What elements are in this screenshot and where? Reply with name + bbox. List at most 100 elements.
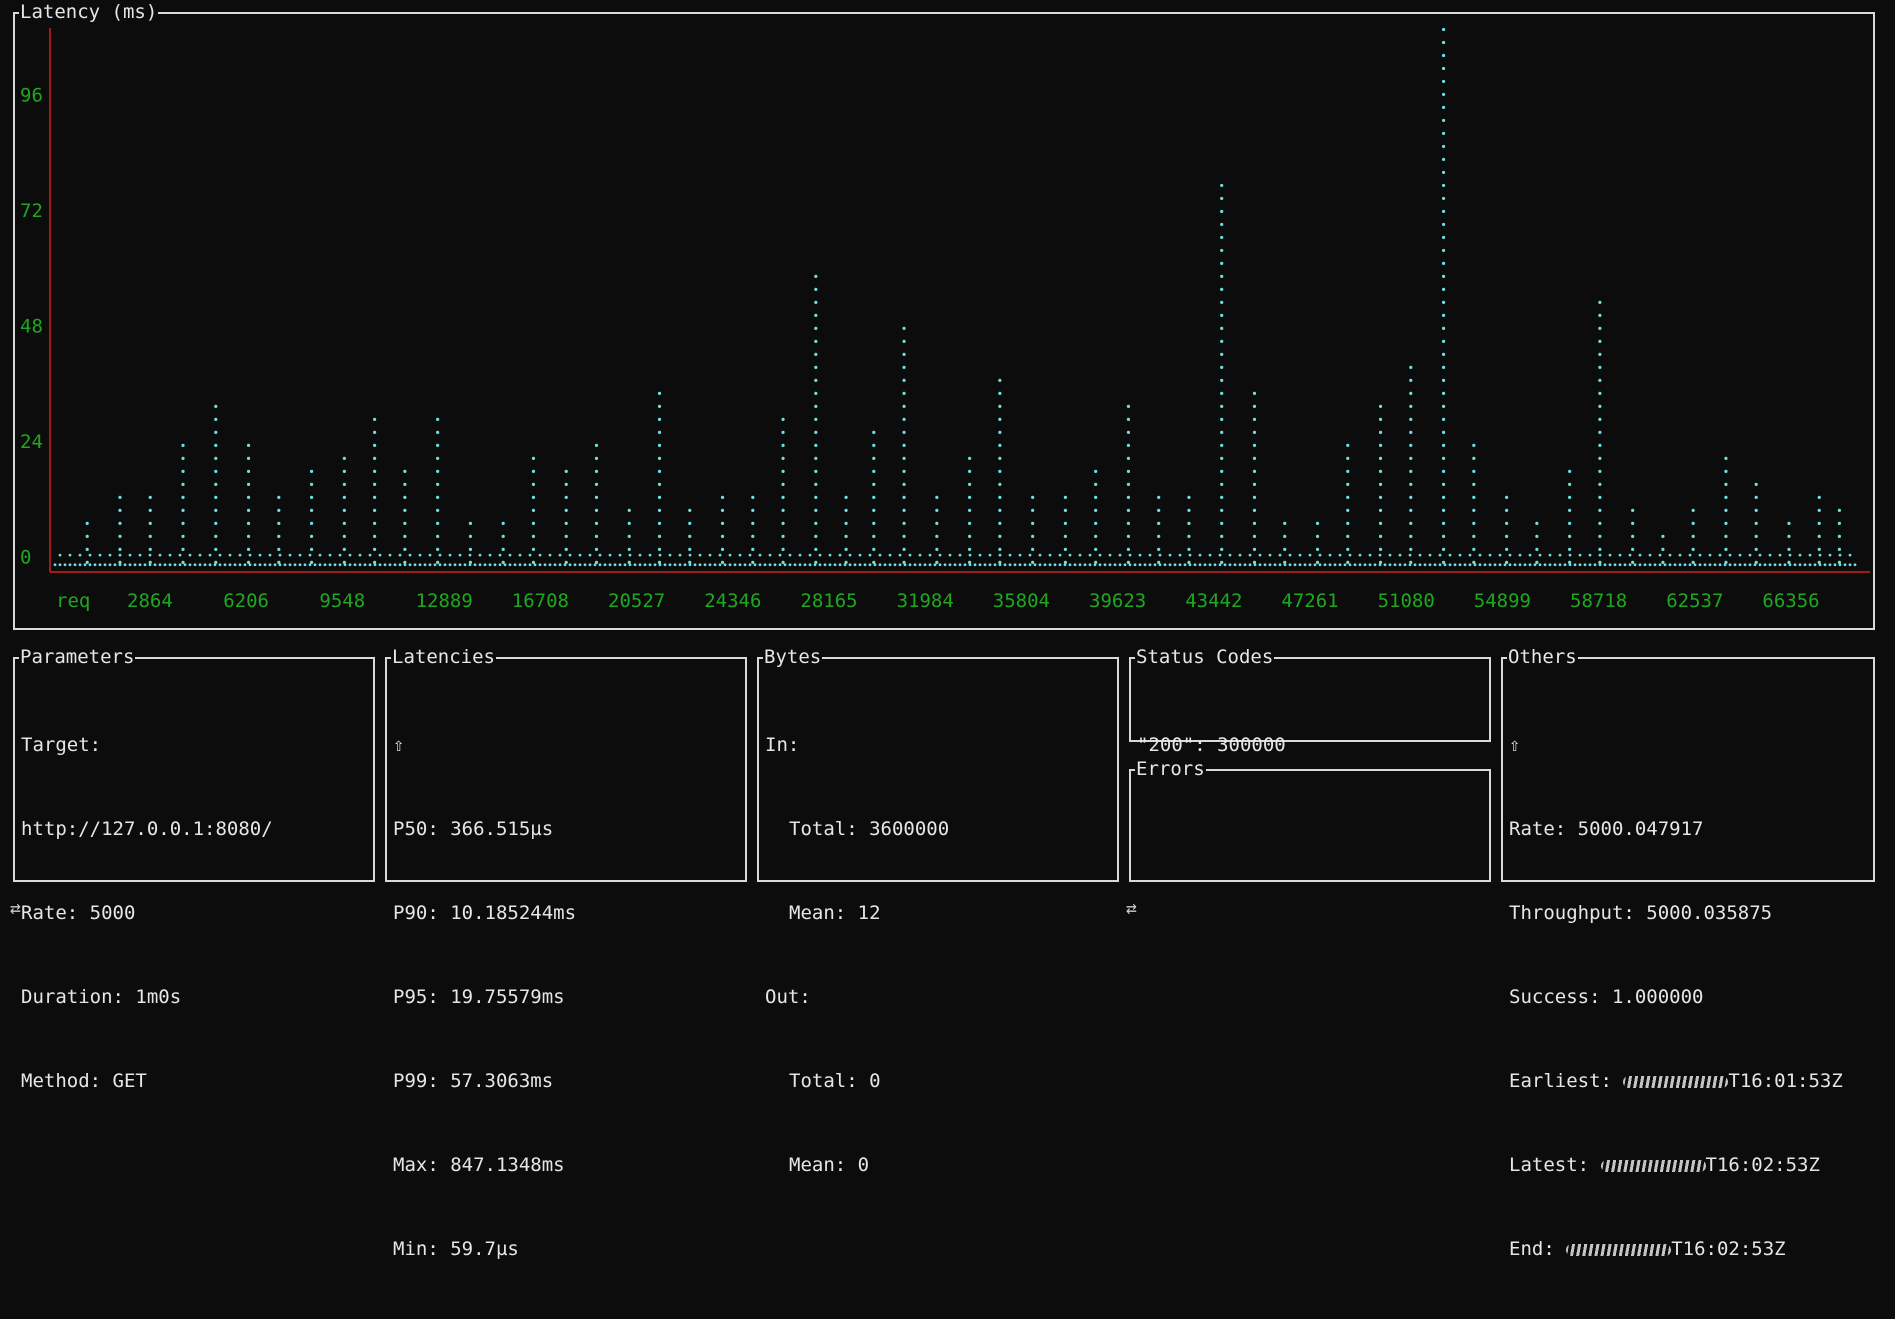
latency-point: [214, 469, 218, 473]
latency-point: [1378, 547, 1383, 551]
latency-point: [178, 563, 182, 567]
latency-point: [1346, 495, 1350, 499]
latency-point: [1441, 66, 1446, 71]
latency-point: [814, 326, 818, 331]
latency-point: [988, 553, 992, 557]
latency-point: [181, 443, 185, 447]
latency-point: [1803, 563, 1807, 567]
latency-point: [1418, 563, 1422, 567]
redaction-scribble: [1600, 1157, 1706, 1175]
latency-point: [453, 563, 457, 567]
latency-point: [872, 430, 876, 434]
latency-point: [1378, 404, 1383, 408]
latency-point: [1409, 365, 1413, 369]
end-value: End: T16:02:53Z: [1509, 1238, 1786, 1260]
latency-point: [928, 553, 932, 557]
latency-point: [338, 553, 342, 557]
latency-point: [1568, 534, 1572, 538]
latency-point: [342, 534, 346, 538]
latency-point: [1157, 508, 1161, 512]
latency-point: [1623, 563, 1627, 567]
latency-point: [1063, 508, 1068, 512]
latency-point: [1548, 563, 1552, 567]
latency-point: [78, 553, 82, 557]
latency-point: [1338, 553, 1342, 557]
latency-point: [657, 391, 662, 395]
latency-point: [1441, 534, 1446, 538]
latency-point: [1378, 521, 1383, 525]
latency-point: [153, 563, 157, 567]
latency-point: [468, 547, 473, 551]
latency-point: [878, 563, 882, 567]
latency-point: [1220, 287, 1224, 292]
latency-point: [1058, 553, 1062, 557]
latency-point: [768, 553, 772, 557]
latency-point: [448, 553, 452, 557]
latency-point: [578, 563, 582, 567]
latency-point: [1126, 469, 1131, 473]
latency-point: [898, 563, 902, 567]
latency-point: [118, 547, 122, 551]
latency-point: [718, 563, 722, 567]
latency-point: [533, 563, 537, 567]
latency-point: [743, 563, 747, 567]
latency-point: [248, 563, 252, 567]
latency-point: [1458, 553, 1462, 557]
latency-point: [518, 553, 522, 557]
latency-point: [1598, 391, 1602, 395]
latency-point: [1178, 563, 1182, 567]
latency-point: [781, 456, 785, 460]
latency-point: [1220, 521, 1224, 525]
latency-point: [720, 534, 725, 538]
latency-point: [1628, 553, 1632, 557]
latency-point: [378, 553, 382, 557]
latency-point: [814, 469, 818, 473]
latency-point: [1288, 563, 1292, 567]
latency-point: [1358, 563, 1362, 567]
latency-point: [1598, 547, 1602, 551]
latency-point: [1738, 553, 1742, 557]
latency-point: [978, 553, 982, 557]
latency-point: [531, 521, 536, 525]
swap-icon[interactable]: ⇄: [1126, 898, 1137, 919]
latency-point: [1208, 553, 1212, 557]
latency-point: [1058, 563, 1062, 567]
latency-point: [983, 563, 987, 567]
latency-point: [594, 508, 599, 512]
latency-point: [1063, 563, 1067, 567]
latency-point: [1838, 563, 1842, 567]
latency-point: [1718, 563, 1722, 567]
sort-arrow-icon: ⇧: [1509, 734, 1521, 756]
latency-point: [1409, 417, 1413, 421]
latency-point: [1472, 469, 1476, 473]
latency-point: [873, 563, 877, 567]
latency-point: [814, 313, 818, 318]
latency-point: [1409, 508, 1413, 512]
latency-point: [872, 521, 876, 525]
latency-point: [118, 508, 122, 512]
latency-point: [1378, 443, 1383, 447]
latency-point: [648, 553, 652, 557]
latency-point: [1108, 553, 1112, 557]
latency-point: [1441, 521, 1446, 525]
latency-point: [1441, 326, 1446, 331]
latency-point: [638, 553, 642, 557]
latency-point: [1220, 248, 1224, 253]
latency-point: [818, 563, 822, 567]
latency-point: [1378, 495, 1383, 499]
latency-point: [523, 563, 527, 567]
latency-point: [998, 469, 1002, 473]
latency-point: [627, 521, 631, 525]
latency-point: [1126, 404, 1131, 408]
latency-point: [1528, 553, 1532, 557]
latency-point: [1188, 563, 1192, 567]
latency-point: [751, 508, 755, 512]
latency-point: [902, 391, 906, 395]
latency-point: [781, 469, 785, 473]
swap-icon[interactable]: ⇄: [10, 898, 21, 919]
latency-point: [1038, 563, 1042, 567]
latency-point: [633, 563, 637, 567]
latency-point: [953, 563, 957, 567]
latency-point: [214, 547, 218, 551]
latency-point: [1220, 274, 1224, 279]
